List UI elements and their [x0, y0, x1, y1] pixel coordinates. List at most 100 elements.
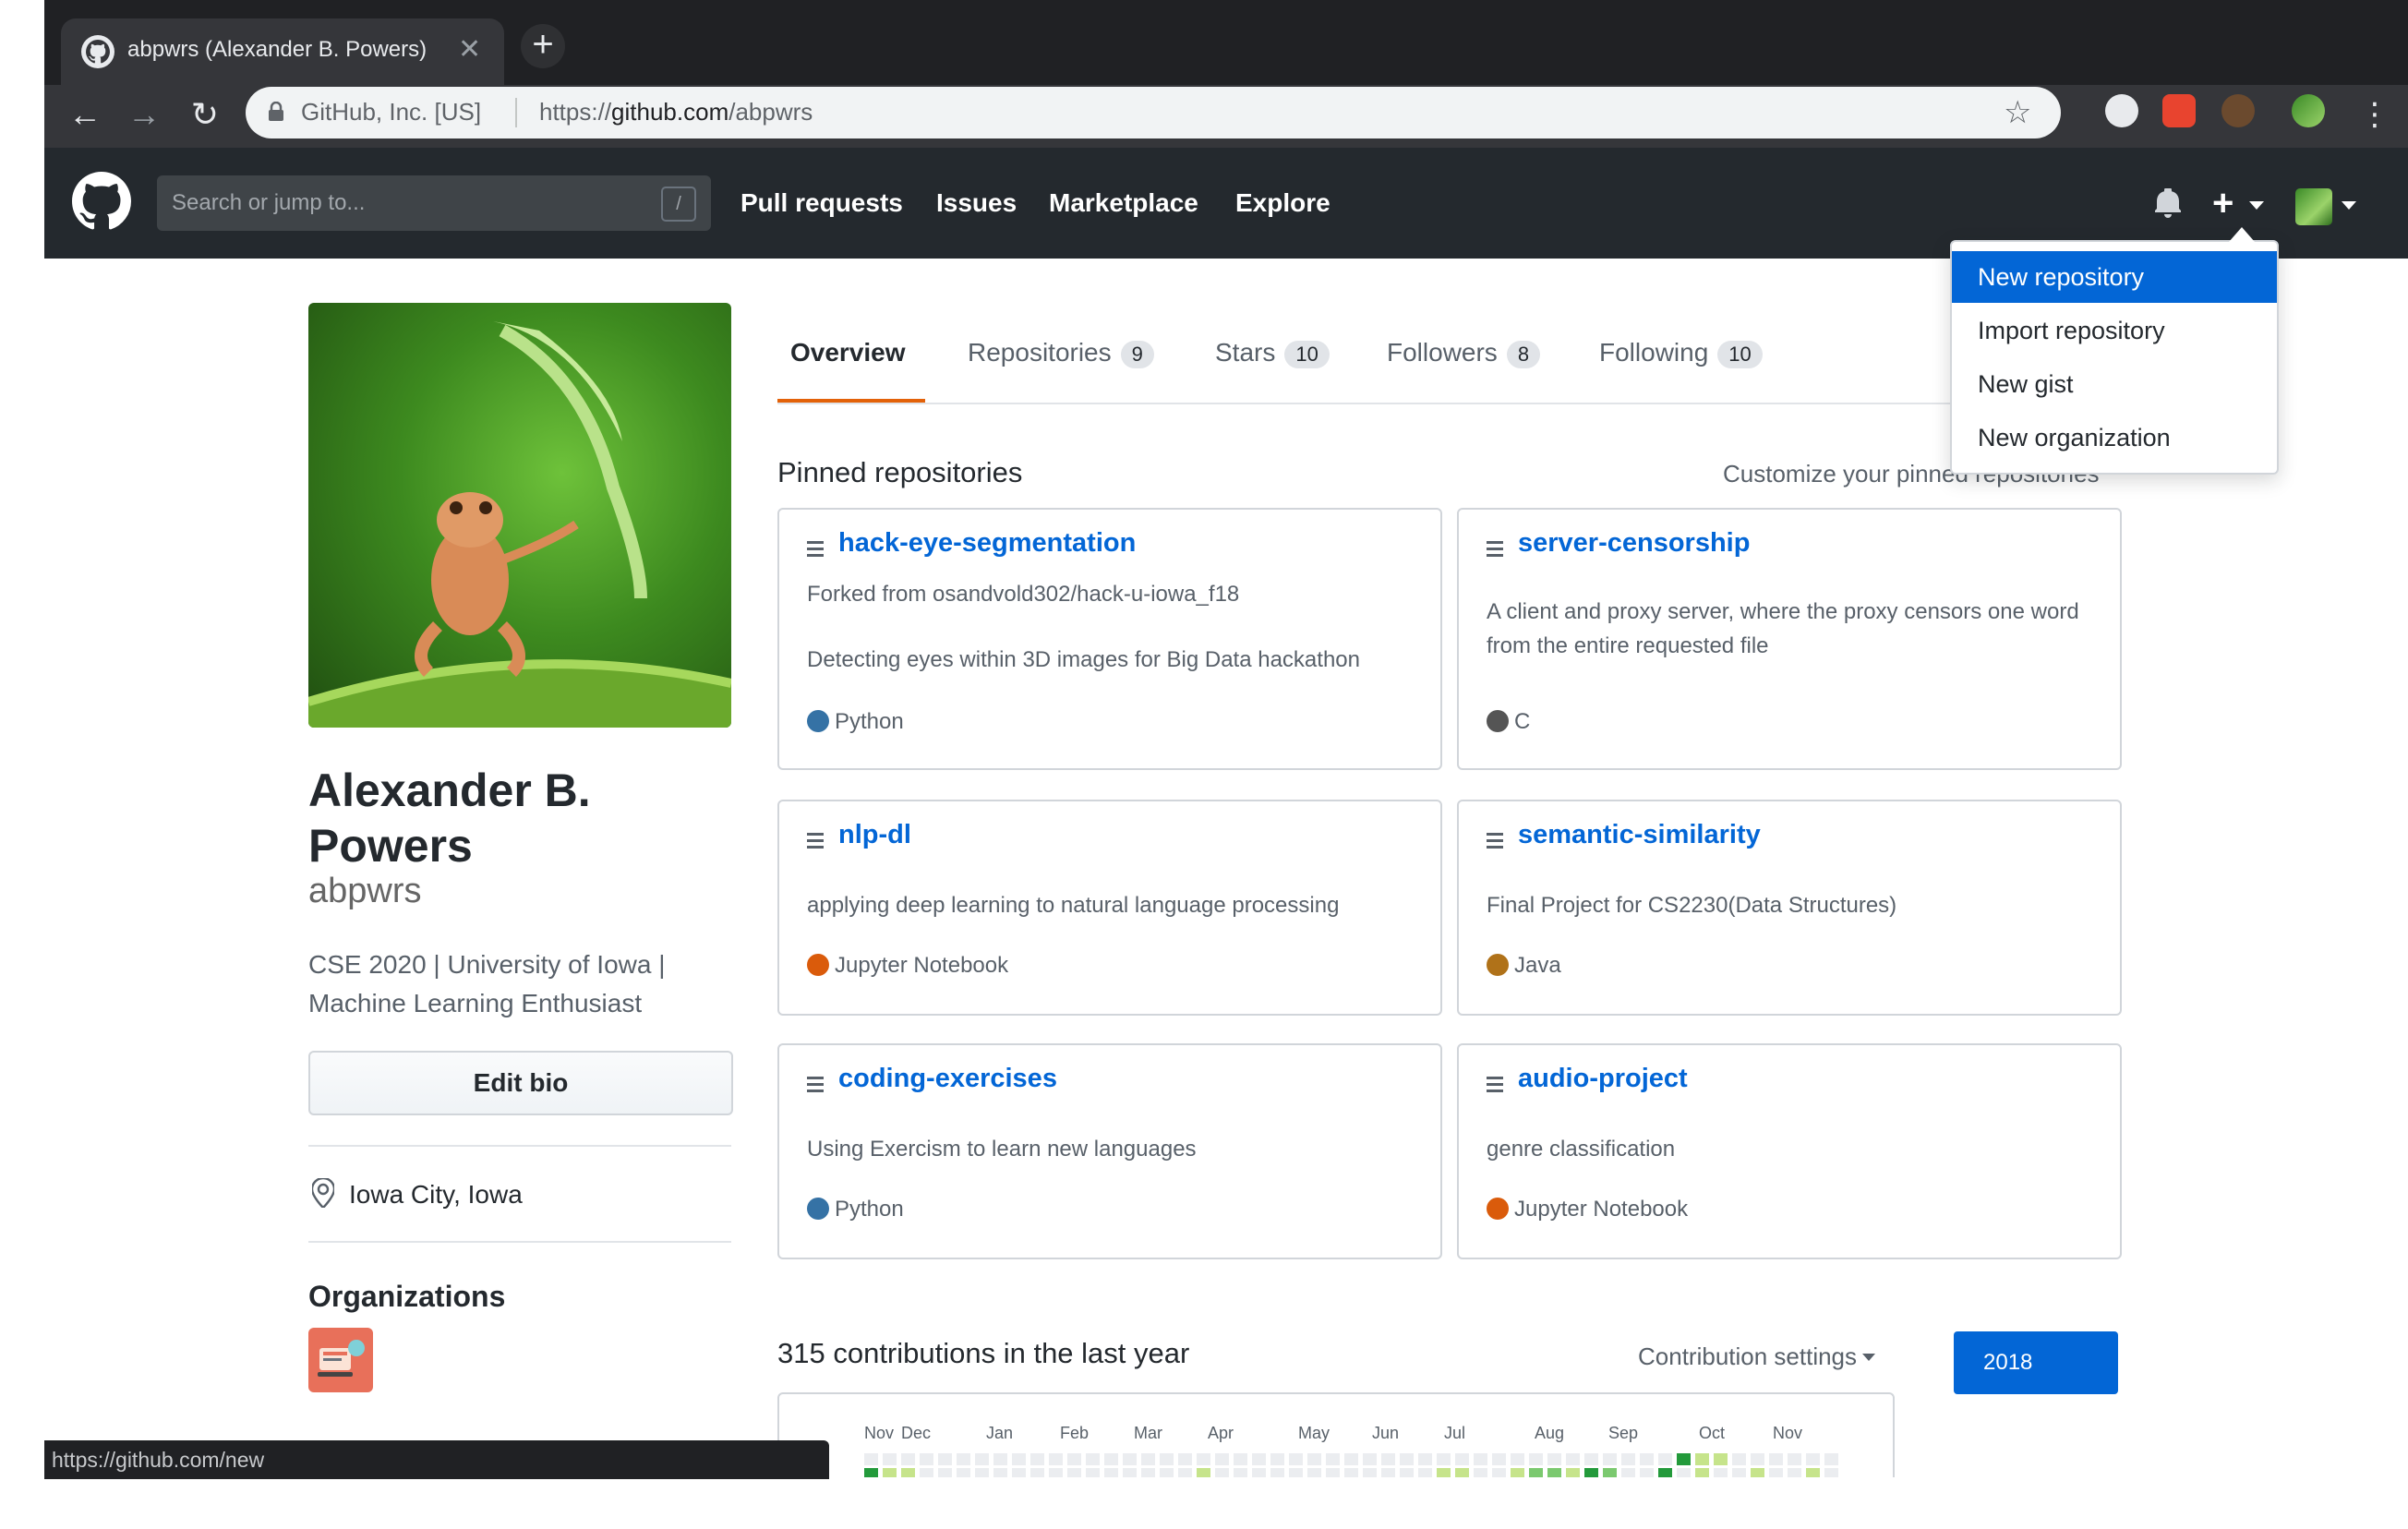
- contribution-day-cell[interactable]: [1806, 1468, 1820, 1477]
- contribution-day-cell[interactable]: [1049, 1453, 1063, 1465]
- contribution-day-cell[interactable]: [1566, 1468, 1580, 1477]
- contribution-day-cell[interactable]: [1677, 1453, 1691, 1465]
- contribution-day-cell[interactable]: [1492, 1468, 1506, 1477]
- year-2018-button[interactable]: 2018: [1954, 1331, 2118, 1394]
- contribution-day-cell[interactable]: [1474, 1468, 1487, 1477]
- contribution-day-cell[interactable]: [957, 1453, 970, 1465]
- tab-stars[interactable]: Stars 10: [1215, 338, 1330, 368]
- contribution-day-cell[interactable]: [1067, 1453, 1081, 1465]
- contribution-day-cell[interactable]: [1123, 1468, 1137, 1477]
- contribution-day-cell[interactable]: [1400, 1468, 1414, 1477]
- contribution-day-cell[interactable]: [1658, 1468, 1672, 1477]
- forward-icon[interactable]: →: [122, 92, 166, 137]
- contribution-day-cell[interactable]: [1492, 1453, 1506, 1465]
- nav-explore[interactable]: Explore: [1235, 188, 1330, 218]
- organization-avatar[interactable]: [308, 1328, 373, 1392]
- contribution-day-cell[interactable]: [1584, 1468, 1598, 1477]
- contribution-day-cell[interactable]: [1104, 1453, 1118, 1465]
- contribution-day-cell[interactable]: [1751, 1453, 1764, 1465]
- contribution-day-cell[interactable]: [1640, 1468, 1654, 1477]
- contribution-day-cell[interactable]: [1270, 1468, 1284, 1477]
- contribution-day-cell[interactable]: [1307, 1453, 1321, 1465]
- new-tab-button[interactable]: +: [521, 24, 565, 68]
- contribution-day-cell[interactable]: [1123, 1453, 1137, 1465]
- contribution-day-cell[interactable]: [901, 1468, 915, 1477]
- repo-name-link[interactable]: server-censorship: [1518, 528, 1750, 559]
- contribution-day-cell[interactable]: [1344, 1453, 1358, 1465]
- menu-item-new-organization[interactable]: New organization: [1952, 412, 2277, 464]
- profile-avatar-icon[interactable]: [2292, 94, 2325, 127]
- contribution-day-cell[interactable]: [1381, 1453, 1395, 1465]
- contribution-day-cell[interactable]: [1381, 1468, 1395, 1477]
- contribution-day-cell[interactable]: [1529, 1468, 1543, 1477]
- contribution-day-cell[interactable]: [1714, 1468, 1728, 1477]
- contribution-day-cell[interactable]: [938, 1468, 952, 1477]
- contribution-day-cell[interactable]: [1474, 1453, 1487, 1465]
- contribution-day-cell[interactable]: [1603, 1453, 1617, 1465]
- contribution-day-cell[interactable]: [1141, 1453, 1155, 1465]
- menu-item-new-gist[interactable]: New gist: [1952, 358, 2277, 410]
- contribution-day-cell[interactable]: [1418, 1453, 1432, 1465]
- contribution-day-cell[interactable]: [883, 1453, 897, 1465]
- edit-bio-button[interactable]: Edit bio: [308, 1051, 733, 1115]
- contribution-day-cell[interactable]: [1326, 1468, 1340, 1477]
- repo-name-link[interactable]: hack-eye-segmentation: [838, 528, 1136, 559]
- contribution-day-cell[interactable]: [1160, 1468, 1174, 1477]
- contribution-day-cell[interactable]: [1289, 1468, 1303, 1477]
- contribution-day-cell[interactable]: [1307, 1468, 1321, 1477]
- contribution-day-cell[interactable]: [1566, 1453, 1580, 1465]
- contribution-day-cell[interactable]: [1234, 1453, 1247, 1465]
- notifications-bell-icon[interactable]: [2153, 188, 2183, 218]
- contribution-day-cell[interactable]: [1326, 1453, 1340, 1465]
- contribution-day-cell[interactable]: [920, 1468, 933, 1477]
- contribution-day-cell[interactable]: [1751, 1468, 1764, 1477]
- contribution-day-cell[interactable]: [1289, 1453, 1303, 1465]
- contribution-day-cell[interactable]: [1141, 1468, 1155, 1477]
- menu-kebab-icon[interactable]: ⋮: [2353, 92, 2397, 137]
- contribution-day-cell[interactable]: [864, 1453, 878, 1465]
- contribution-day-cell[interactable]: [1030, 1468, 1044, 1477]
- browser-tab[interactable]: abpwrs (Alexander B. Powers) ✕: [61, 18, 504, 85]
- contribution-day-cell[interactable]: [1621, 1453, 1635, 1465]
- contribution-day-cell[interactable]: [1344, 1468, 1358, 1477]
- contribution-day-cell[interactable]: [1437, 1468, 1451, 1477]
- search-input[interactable]: Search or jump to... /: [157, 175, 711, 231]
- contribution-day-cell[interactable]: [1547, 1468, 1561, 1477]
- contribution-day-cell[interactable]: [1178, 1468, 1192, 1477]
- contribution-day-cell[interactable]: [1511, 1453, 1524, 1465]
- back-icon[interactable]: ←: [63, 92, 107, 137]
- speedometer-extension-icon[interactable]: [2105, 94, 2138, 127]
- contribution-day-cell[interactable]: [1824, 1468, 1838, 1477]
- contribution-day-cell[interactable]: [1732, 1453, 1746, 1465]
- contribution-day-cell[interactable]: [975, 1453, 989, 1465]
- contribution-day-cell[interactable]: [1363, 1468, 1377, 1477]
- contribution-day-cell[interactable]: [1104, 1468, 1118, 1477]
- contribution-day-cell[interactable]: [864, 1468, 878, 1477]
- contribution-day-cell[interactable]: [1086, 1468, 1100, 1477]
- contribution-day-cell[interactable]: [1252, 1453, 1266, 1465]
- contribution-day-cell[interactable]: [920, 1453, 933, 1465]
- bookmark-star-icon[interactable]: ☆: [2004, 94, 2031, 131]
- repo-name-link[interactable]: coding-exercises: [838, 1064, 1057, 1094]
- reload-icon[interactable]: ↻: [183, 92, 227, 137]
- contribution-day-cell[interactable]: [1511, 1468, 1524, 1477]
- contribution-day-cell[interactable]: [1160, 1453, 1174, 1465]
- menu-item-new-repository[interactable]: New repository: [1952, 251, 2277, 303]
- contribution-day-cell[interactable]: [1234, 1468, 1247, 1477]
- contribution-day-cell[interactable]: [938, 1453, 952, 1465]
- contribution-day-cell[interactable]: [1547, 1453, 1561, 1465]
- contribution-day-cell[interactable]: [1788, 1453, 1801, 1465]
- menu-item-import-repository[interactable]: Import repository: [1952, 305, 2277, 356]
- user-avatar[interactable]: [2295, 188, 2332, 225]
- contribution-day-cell[interactable]: [883, 1468, 897, 1477]
- nav-marketplace[interactable]: Marketplace: [1049, 188, 1198, 218]
- contribution-day-cell[interactable]: [1363, 1453, 1377, 1465]
- contribution-day-cell[interactable]: [1640, 1453, 1654, 1465]
- contribution-day-cell[interactable]: [1584, 1453, 1598, 1465]
- contribution-settings-dropdown[interactable]: Contribution settings: [1638, 1342, 1876, 1371]
- contribution-day-cell[interactable]: [1252, 1468, 1266, 1477]
- contribution-day-cell[interactable]: [1215, 1468, 1229, 1477]
- contribution-day-cell[interactable]: [1215, 1453, 1229, 1465]
- address-bar[interactable]: GitHub, Inc. [US] https://github.com/abp…: [246, 87, 2061, 138]
- contribution-day-cell[interactable]: [1732, 1468, 1746, 1477]
